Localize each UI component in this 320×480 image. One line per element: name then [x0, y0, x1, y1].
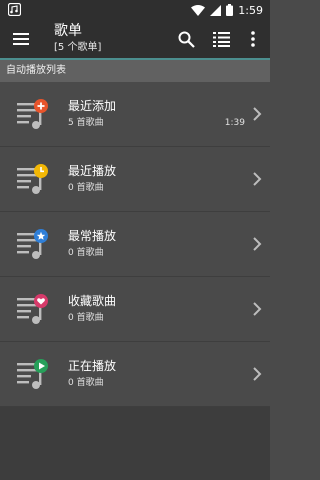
playlist-song-count: 0 首歌曲 — [68, 248, 104, 258]
section-header: 自动播放列表 — [0, 60, 270, 82]
playlist-recent-icon — [17, 164, 48, 194]
search-icon — [178, 31, 195, 48]
playlist-name: 最常播放 — [68, 229, 117, 243]
status-time: 1:59 — [238, 3, 263, 17]
playlist-duration: 1:39 — [224, 118, 245, 128]
chevron-right-icon — [253, 172, 262, 186]
app-bar: 歌单 [5 个歌单] — [0, 20, 270, 58]
playlist-row-now-playing[interactable]: 正在播放 0 首歌曲 — [0, 342, 270, 407]
status-bar: 1:59 — [0, 0, 270, 20]
playlist-add-icon — [17, 99, 48, 129]
playlist-row-recently-added[interactable]: 最近添加 5 首歌曲 1:39 — [0, 82, 270, 147]
playlist-list: 最近添加 5 首歌曲 1:39 最近播放 0 首歌曲 最常播放 0 首歌曲 收藏… — [0, 82, 270, 407]
playlist-name: 最近添加 — [68, 99, 117, 113]
playlist-song-count: 0 首歌曲 — [68, 183, 104, 193]
playlist-heart-icon — [17, 294, 48, 324]
search-button[interactable] — [176, 29, 196, 49]
playlist-name: 收藏歌曲 — [68, 294, 117, 308]
list-view-icon — [212, 32, 230, 47]
playlist-row-favorites[interactable]: 收藏歌曲 0 首歌曲 — [0, 277, 270, 342]
playlist-row-recently-played[interactable]: 最近播放 0 首歌曲 — [0, 147, 270, 212]
playlist-star-icon — [17, 229, 48, 259]
menu-icon[interactable] — [13, 32, 29, 46]
chevron-right-icon — [253, 367, 262, 381]
chevron-right-icon — [253, 107, 262, 121]
signal-icon — [210, 4, 222, 16]
playlist-name: 正在播放 — [68, 359, 117, 373]
app-notification-icon — [8, 3, 21, 16]
playlist-row-most-played[interactable]: 最常播放 0 首歌曲 — [0, 212, 270, 277]
playlist-count-subtitle: [5 个歌单] — [54, 42, 102, 53]
more-vert-icon — [251, 31, 255, 47]
wifi-icon — [191, 4, 206, 16]
chevron-right-icon — [253, 302, 262, 316]
page-title: 歌单 — [54, 23, 82, 39]
list-view-button[interactable] — [211, 29, 231, 49]
playlist-song-count: 0 首歌曲 — [68, 313, 104, 323]
chevron-right-icon — [253, 237, 262, 251]
empty-area — [0, 407, 270, 480]
playlist-play-icon — [17, 359, 48, 389]
playlist-song-count: 0 首歌曲 — [68, 378, 104, 388]
playlist-name: 最近播放 — [68, 164, 117, 178]
playlist-song-count: 5 首歌曲 — [68, 118, 104, 128]
battery-icon — [226, 4, 234, 16]
more-options-button[interactable] — [243, 29, 263, 49]
